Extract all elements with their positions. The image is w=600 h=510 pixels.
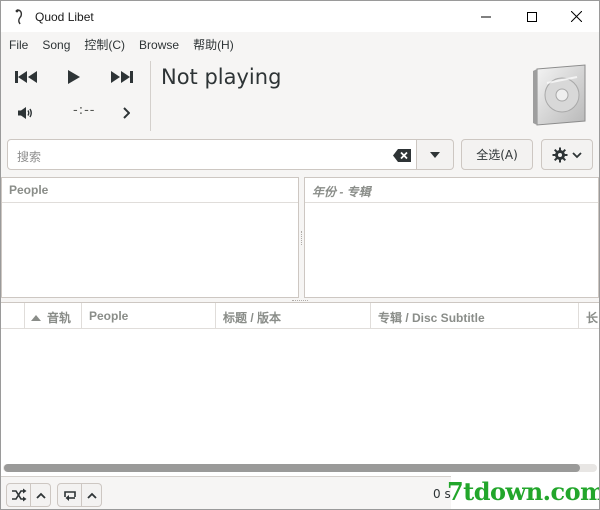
minimize-button[interactable] bbox=[463, 1, 509, 32]
people-pane[interactable]: People bbox=[1, 177, 299, 298]
preferences-menu-button[interactable] bbox=[541, 139, 593, 170]
next-button[interactable] bbox=[107, 67, 135, 87]
watermark: 7tdown.com bbox=[447, 472, 599, 509]
song-status: Not playing bbox=[161, 65, 282, 89]
clear-text-icon[interactable] bbox=[392, 148, 412, 163]
player-divider bbox=[150, 61, 151, 131]
column-header-length[interactable]: 长 bbox=[579, 303, 599, 329]
song-list-header: 音轨 People 标题 / 版本 专辑 / Disc Subtitle 长 bbox=[1, 303, 599, 329]
minimize-icon bbox=[481, 16, 491, 17]
column-header-title[interactable]: 标题 / 版本 bbox=[216, 303, 371, 329]
gear-icon bbox=[552, 147, 568, 162]
search-placeholder: 搜索 bbox=[17, 150, 42, 164]
song-list[interactable]: 音轨 People 标题 / 版本 专辑 / Disc Subtitle 长 bbox=[1, 302, 599, 460]
column-header-track-label: 音轨 bbox=[47, 311, 72, 325]
maximize-button[interactable] bbox=[509, 1, 555, 32]
menu-file[interactable]: File bbox=[9, 38, 28, 52]
search-history-dropdown[interactable] bbox=[417, 139, 454, 170]
column-header-people[interactable]: People bbox=[82, 303, 216, 329]
play-button[interactable] bbox=[63, 67, 85, 87]
seek-menu-button[interactable] bbox=[117, 103, 135, 123]
chevron-up-icon bbox=[86, 492, 97, 499]
repeat-icon bbox=[63, 491, 76, 501]
player-area: -:-- Not playing bbox=[1, 57, 599, 136]
menu-control[interactable]: 控制(C) bbox=[84, 36, 125, 53]
close-icon bbox=[570, 11, 582, 22]
close-button[interactable] bbox=[553, 1, 599, 32]
album-cover-icon[interactable] bbox=[529, 63, 589, 127]
chevron-right-icon bbox=[123, 107, 130, 119]
column-header-album[interactable]: 专辑 / Disc Subtitle bbox=[371, 303, 579, 329]
shuffle-icon bbox=[11, 488, 26, 502]
chevron-down-icon bbox=[430, 151, 440, 158]
menu-browse[interactable]: Browse bbox=[139, 38, 179, 52]
search-input[interactable]: 搜索 bbox=[7, 139, 417, 170]
column-header-track[interactable]: 音轨 bbox=[25, 303, 82, 329]
shuffle-options-button[interactable] bbox=[31, 483, 51, 507]
repeat-button[interactable] bbox=[57, 483, 82, 507]
menu-song[interactable]: Song bbox=[42, 38, 70, 52]
quodlibet-icon bbox=[13, 8, 27, 25]
play-icon bbox=[68, 70, 80, 84]
year-album-pane-header[interactable]: 年份 - 专辑 bbox=[305, 178, 598, 203]
maximize-icon bbox=[527, 11, 537, 22]
previous-button[interactable] bbox=[13, 67, 41, 87]
menu-help[interactable]: 帮助(H) bbox=[193, 36, 234, 53]
volume-button[interactable] bbox=[15, 103, 37, 123]
chevron-up-icon bbox=[35, 492, 46, 499]
app-window: Quod Libet File Song 控制(C) Browse 帮助(H) bbox=[0, 0, 600, 510]
scrollbar-thumb[interactable] bbox=[4, 464, 580, 472]
window-title: Quod Libet bbox=[35, 9, 94, 24]
skip-previous-icon bbox=[15, 71, 37, 83]
people-pane-header[interactable]: People bbox=[2, 178, 298, 203]
repeat-options-button[interactable] bbox=[82, 483, 102, 507]
menu-bar: File Song 控制(C) Browse 帮助(H) bbox=[1, 32, 599, 57]
year-album-pane[interactable]: 年份 - 专辑 bbox=[304, 177, 599, 298]
volume-icon bbox=[18, 107, 32, 119]
shuffle-button[interactable] bbox=[6, 483, 31, 507]
chevron-down-icon bbox=[572, 151, 582, 158]
title-bar: Quod Libet bbox=[1, 1, 599, 32]
search-row: 搜索 全选(A) bbox=[1, 136, 599, 176]
select-all-button[interactable]: 全选(A) bbox=[461, 139, 533, 170]
skip-next-icon bbox=[111, 71, 133, 83]
column-header-blank[interactable] bbox=[1, 303, 25, 329]
time-label: -:-- bbox=[73, 103, 96, 118]
sort-ascending-icon bbox=[31, 315, 41, 321]
